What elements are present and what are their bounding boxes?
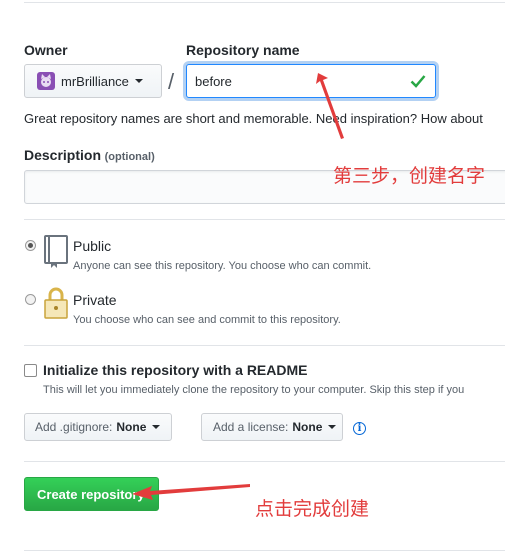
private-title: Private xyxy=(73,292,117,308)
public-desc: Anyone can see this repository. You choo… xyxy=(73,260,372,272)
chevron-down-icon xyxy=(134,79,143,83)
gitignore-label: Add .gitignore: xyxy=(35,420,113,434)
top-divider xyxy=(24,2,505,3)
owner-select[interactable]: mrBrilliance xyxy=(24,64,162,98)
private-desc: You choose who can see and commit to thi… xyxy=(73,314,341,326)
divider-readme xyxy=(24,345,505,346)
license-label: Add a license: xyxy=(213,420,289,434)
book-icon xyxy=(43,234,69,271)
chevron-down-icon xyxy=(328,425,337,429)
divider-visibility xyxy=(24,219,505,220)
public-radio[interactable] xyxy=(25,240,36,251)
owner-repo-separator: / xyxy=(168,69,175,94)
gitignore-select[interactable]: Add .gitignore: None xyxy=(24,413,172,441)
readme-checkbox[interactable] xyxy=(24,364,37,377)
owner-name: mrBrilliance xyxy=(61,73,129,89)
owner-avatar-icon xyxy=(37,72,55,90)
public-title: Public xyxy=(73,238,112,254)
description-optional: (optional) xyxy=(104,151,155,163)
repo-name-label: Repository name xyxy=(186,42,300,58)
bottom-divider xyxy=(24,550,505,551)
repo-name-hint: Great repository names are short and mem… xyxy=(24,111,483,126)
description-label: Description xyxy=(24,147,102,163)
arrow-finish-icon xyxy=(128,480,253,507)
repo-name-value: before xyxy=(195,73,232,89)
license-select[interactable]: Add a license: None xyxy=(201,413,343,441)
arrow-step3-icon xyxy=(310,70,350,145)
description-label-row: Description (optional) xyxy=(24,147,155,163)
private-radio[interactable] xyxy=(25,294,36,305)
lock-icon xyxy=(43,286,69,323)
readme-desc: This will let you immediately clone the … xyxy=(43,384,465,396)
chevron-down-icon xyxy=(152,425,161,429)
readme-label: Initialize this repository with a README xyxy=(43,362,308,378)
license-value: None xyxy=(292,420,323,434)
gitignore-value: None xyxy=(116,420,147,434)
owner-label: Owner xyxy=(24,42,68,58)
check-icon xyxy=(410,74,426,91)
step3-annotation: 第三步，创建名字 xyxy=(333,165,486,187)
info-icon[interactable]: i xyxy=(353,422,366,435)
divider-create xyxy=(24,461,505,462)
finish-annotation: 点击完成创建 xyxy=(255,498,370,520)
